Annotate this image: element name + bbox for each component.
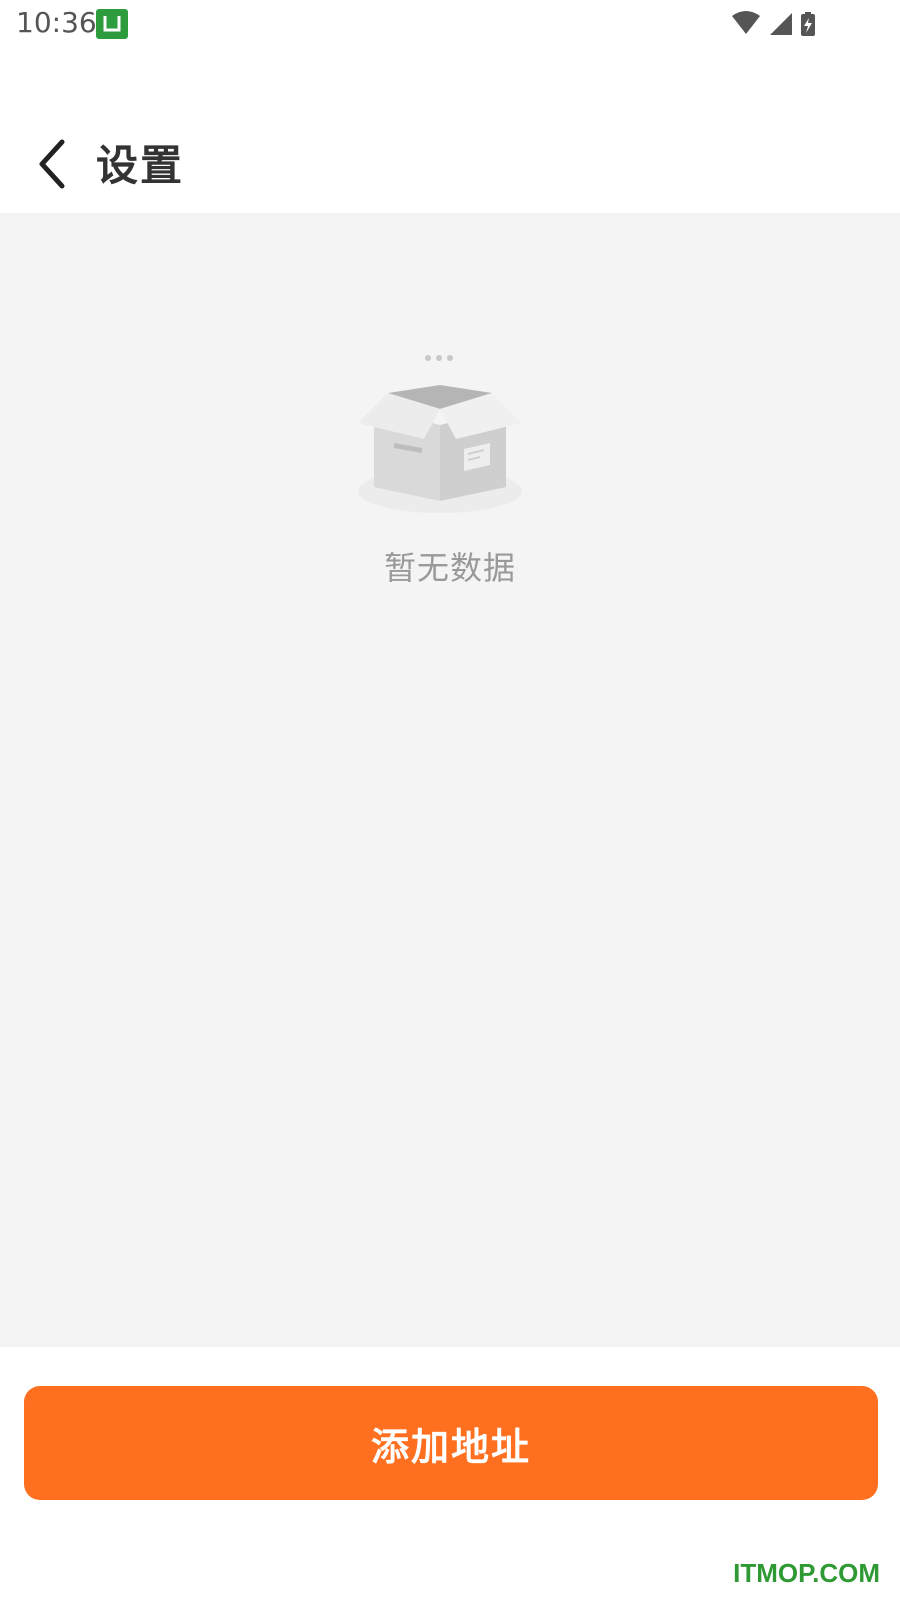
header-bar: 设置 [0, 110, 900, 210]
battery-charging-icon [801, 12, 815, 36]
status-icons [730, 10, 840, 40]
wifi-icon [732, 11, 760, 34]
content-area: 暂无数据 [0, 213, 900, 1347]
screen: 10:36 设置 暂无数据 添加地址 ITMOP.COM [0, 0, 900, 1600]
empty-box-icon [358, 353, 538, 533]
cellular-signal-icon [770, 13, 792, 35]
app-notification-icon [96, 9, 128, 39]
empty-state-message: 暂无数据 [383, 549, 516, 587]
status-bar: 10:36 [0, 0, 900, 50]
status-time: 10:36 [16, 6, 97, 39]
watermark: ITMOP.COM [733, 1558, 880, 1588]
chevron-left-icon [39, 139, 65, 189]
back-button[interactable] [28, 134, 78, 194]
page-title: 设置 [96, 141, 185, 190]
add-address-button[interactable]: 添加地址 [24, 1386, 878, 1500]
